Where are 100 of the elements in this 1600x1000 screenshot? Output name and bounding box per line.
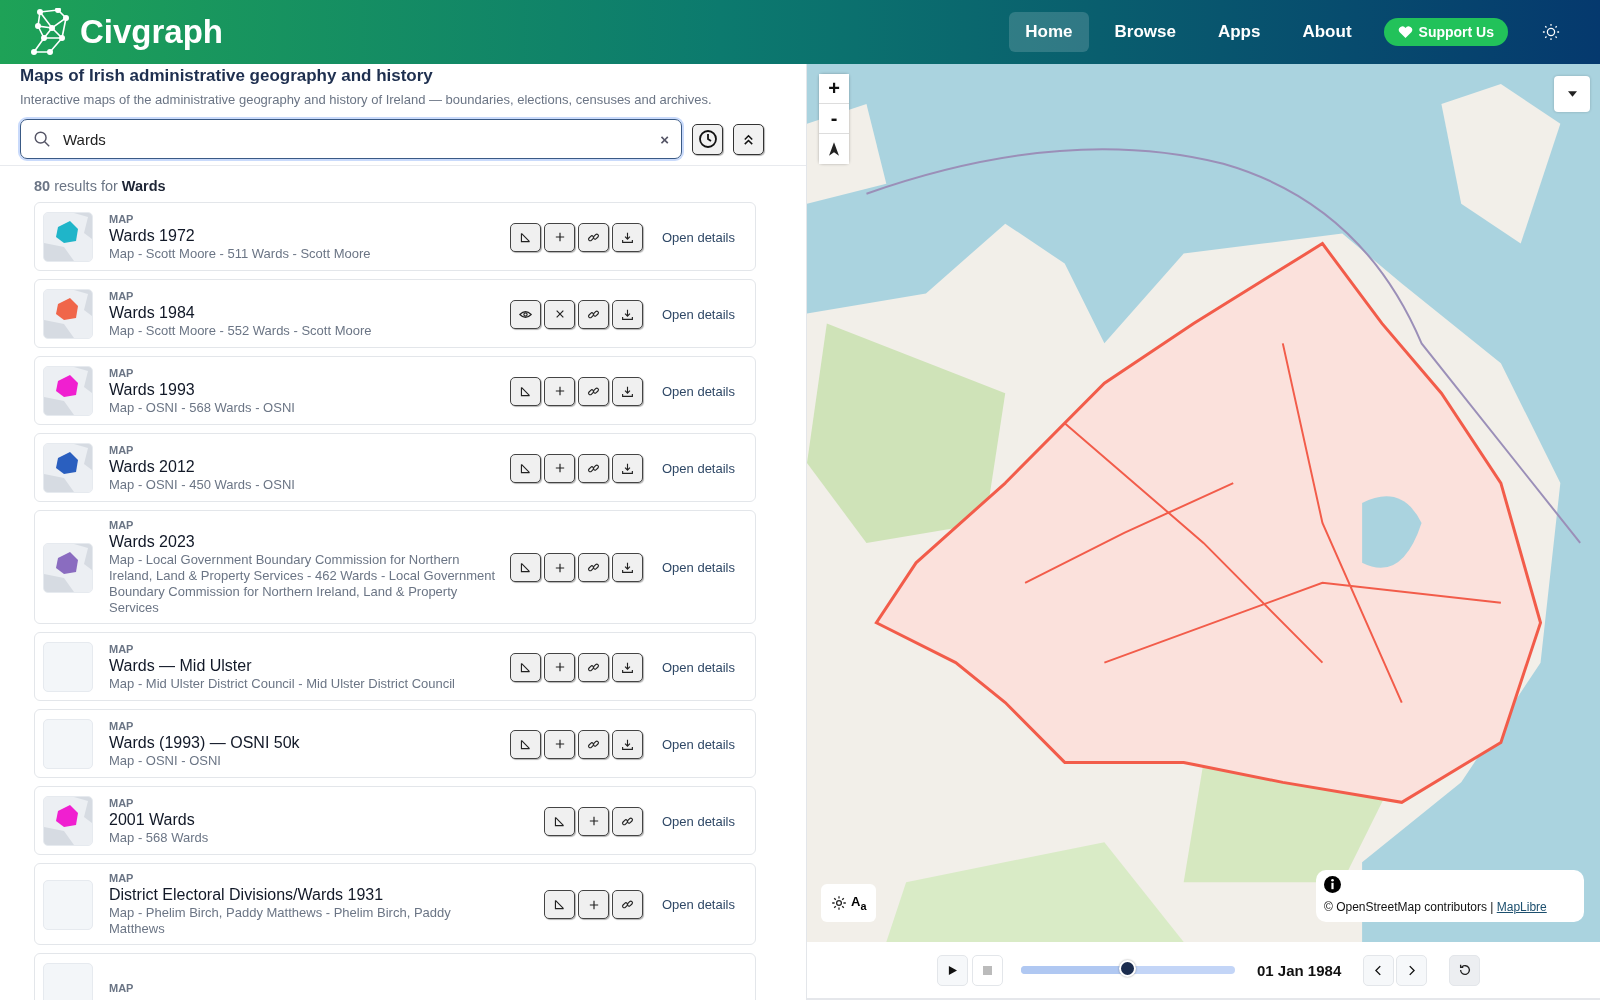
map-thumbnail — [43, 719, 93, 769]
add-button[interactable] — [544, 453, 575, 483]
nav-link[interactable]: About — [1286, 12, 1368, 52]
item-title[interactable]: Wards (1993) — OSNI 50k — [109, 733, 510, 752]
map-thumbnail — [43, 642, 93, 692]
item-type: MAP — [109, 289, 135, 302]
item-meta: Map - Scott Moore - 511 Wards - Scott Moore — [109, 245, 372, 262]
download-icon — [621, 561, 634, 574]
info-icon[interactable] — [1324, 876, 1341, 893]
compass-button[interactable] — [819, 134, 849, 164]
map-style-button[interactable]: A$_{a}$ — [821, 884, 877, 922]
open-details-link[interactable]: Open details — [662, 383, 735, 399]
remove-button[interactable] — [544, 299, 575, 329]
download-button[interactable] — [612, 553, 643, 582]
clear-button[interactable]: × — [660, 130, 669, 148]
link-icon — [587, 230, 600, 244]
history-button[interactable] — [692, 123, 723, 155]
link-button[interactable] — [578, 553, 609, 582]
brand-name[interactable]: Civgraph — [80, 13, 224, 51]
show-button[interactable] — [510, 299, 541, 329]
hide-button[interactable] — [544, 806, 575, 836]
link-button[interactable] — [578, 299, 609, 329]
link-button[interactable] — [578, 652, 609, 682]
hide-button[interactable] — [510, 222, 541, 252]
download-icon — [621, 384, 634, 398]
slider-thumb[interactable] — [1119, 960, 1136, 977]
layers-dropdown-button[interactable] — [1554, 76, 1590, 112]
download-button[interactable] — [612, 729, 643, 759]
download-button[interactable] — [612, 376, 643, 406]
item-title[interactable]: Wards 1993 — [109, 380, 510, 399]
plus-icon — [588, 816, 599, 826]
add-button[interactable] — [544, 222, 575, 252]
item-title[interactable]: Wards 2023 — [109, 533, 510, 551]
zoom-out-button[interactable]: - — [819, 104, 849, 134]
theme-toggle-icon[interactable] — [1542, 23, 1560, 41]
add-button[interactable] — [544, 729, 575, 759]
item-title[interactable]: Wards 2012 — [109, 457, 510, 476]
reset-button[interactable] — [1449, 954, 1481, 986]
hide-button[interactable] — [510, 376, 541, 406]
add-button[interactable] — [578, 890, 609, 919]
heart-icon — [1397, 25, 1413, 39]
download-icon — [621, 307, 634, 321]
zoom-in-button[interactable]: + — [819, 74, 849, 104]
nav-link[interactable]: Home — [1009, 12, 1089, 52]
nav-link[interactable]: Apps — [1201, 12, 1277, 52]
item-title[interactable]: 2001 Wards — [109, 810, 544, 829]
open-details-link[interactable]: Open details — [662, 306, 735, 322]
open-details-link[interactable]: Open details — [662, 659, 735, 675]
link-button[interactable] — [578, 376, 609, 406]
collapse-button[interactable] — [733, 123, 764, 155]
link-icon — [621, 814, 634, 828]
open-details-link[interactable]: Open details — [662, 229, 735, 245]
hide-button[interactable] — [544, 890, 575, 919]
add-button[interactable] — [544, 652, 575, 682]
attribution-text: © OpenStreetMap contributors | — [1324, 900, 1494, 914]
open-details-link[interactable]: Open details — [662, 736, 735, 752]
open-details-link[interactable]: Open details — [662, 897, 735, 912]
item-type: MAP — [109, 212, 135, 225]
add-button[interactable] — [544, 376, 575, 406]
search-icon — [33, 130, 51, 148]
link-icon — [621, 898, 634, 911]
item-title[interactable]: Wards 1972 — [109, 226, 510, 245]
plus-icon — [554, 562, 565, 573]
open-details-link[interactable]: Open details — [662, 560, 735, 575]
item-meta: Map - Scott Moore - 552 Wards - Scott Moore — [109, 322, 373, 339]
download-button[interactable] — [612, 222, 643, 252]
open-details-link[interactable]: Open details — [662, 460, 735, 476]
add-button[interactable] — [578, 806, 609, 836]
link-button[interactable] — [612, 806, 643, 836]
search-field[interactable]: Wards × — [20, 119, 682, 159]
link-icon — [587, 307, 600, 321]
download-icon — [621, 230, 634, 244]
download-button[interactable] — [612, 299, 643, 329]
link-button[interactable] — [612, 890, 643, 919]
item-type: MAP — [109, 719, 135, 732]
item-title[interactable]: Wards — Mid Ulster — [109, 656, 510, 675]
item-meta: Map - OSNI - 450 Wards - OSNI — [109, 476, 296, 493]
nav-link[interactable]: Browse — [1098, 12, 1192, 52]
page-title: Maps of Irish administrative geography and history — [20, 66, 434, 86]
plus-icon — [554, 739, 565, 749]
page-subtitle: Interactive maps of the administrative geography and history of Ireland — boundaries, elections, censuses and archives. — [20, 92, 713, 107]
link-button[interactable] — [578, 222, 609, 252]
link-button[interactable] — [578, 729, 609, 759]
play-button[interactable] — [937, 954, 968, 986]
add-button[interactable] — [544, 553, 575, 582]
download-button[interactable] — [612, 453, 643, 483]
hide-button[interactable] — [510, 652, 541, 682]
item-type: MAP — [109, 872, 135, 884]
link-icon — [587, 737, 600, 751]
open-details-link[interactable]: Open details — [662, 813, 735, 829]
hide-button[interactable] — [510, 553, 541, 582]
hide-button[interactable] — [510, 729, 541, 759]
hide-button[interactable] — [510, 453, 541, 483]
item-title[interactable]: District Electoral Divisions/Wards 1931 — [109, 886, 544, 904]
link-button[interactable] — [578, 453, 609, 483]
results-count: 80 results for Wards — [34, 178, 167, 194]
download-button[interactable] — [612, 652, 643, 682]
item-title[interactable]: Wards 1984 — [109, 303, 510, 322]
maplibre-link[interactable]: MapLibre — [1496, 900, 1547, 914]
item-type: MAP — [109, 443, 135, 456]
